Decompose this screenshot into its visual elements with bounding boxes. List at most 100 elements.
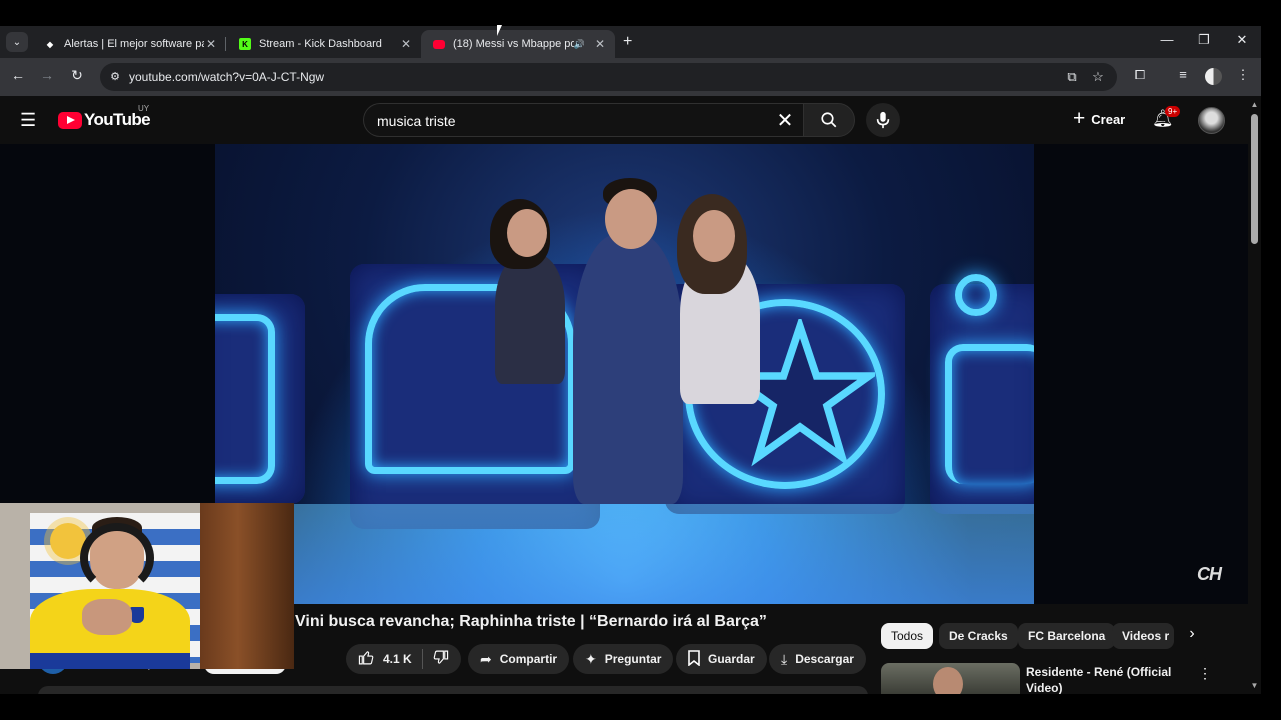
share-button[interactable]: ➦ Compartir (468, 644, 570, 674)
scrollbar-thumb[interactable] (1251, 114, 1258, 244)
more-actions-icon[interactable]: ⋮ (1197, 665, 1213, 682)
chip-de-cracks[interactable]: De Cracks (939, 623, 1018, 649)
ask-label: Preguntar (604, 652, 662, 666)
like-count[interactable]: 4.1 K (383, 652, 412, 666)
tab-title: (18) Messi vs Mbappe por el (453, 38, 574, 50)
reload-icon[interactable]: ↻ (67, 67, 87, 84)
youtube-wordmark: YouTube (84, 110, 151, 129)
thumbnail-face (933, 667, 963, 694)
search-icon (821, 112, 837, 128)
youtube-icon (433, 39, 445, 49)
save-button[interactable]: Guardar (676, 644, 767, 674)
sparkle-icon: ✦ (585, 650, 597, 667)
youtube-masthead: ☰ YouTube UY musica triste ✕ + Crear 🔔︎ … (0, 96, 1261, 144)
voice-search-button[interactable] (866, 103, 900, 137)
speaker-icon[interactable]: 🔊 (574, 39, 585, 50)
jersey-crest (130, 607, 144, 623)
country-code: UY (138, 104, 150, 113)
tab-title: Stream - Kick Dashboard (259, 38, 382, 50)
profile-avatar[interactable] (1205, 68, 1222, 85)
jersey-stripe (30, 653, 190, 669)
scroll-down-icon[interactable]: ▼ (1248, 681, 1261, 690)
back-icon[interactable]: ← (8, 67, 28, 83)
share-label: Compartir (499, 652, 558, 666)
new-tab-button[interactable]: + (623, 33, 632, 51)
tab-youtube[interactable]: (18) Messi vs Mbappe por el 🔊 ✕ (421, 30, 615, 58)
restore-icon[interactable]: ❐ (1194, 32, 1214, 48)
clear-search-icon[interactable]: ✕ (773, 108, 797, 133)
plus-icon: + (1073, 107, 1086, 130)
tab-separator (225, 37, 226, 51)
recommendation-thumbnail[interactable] (881, 663, 1020, 694)
close-tab-icon[interactable]: ✕ (593, 37, 607, 51)
tab-strip: ⌄ ◆ Alertas | El mejor software para ✕ K… (0, 26, 1261, 58)
youtube-logo[interactable]: YouTube UY (58, 104, 151, 130)
minimize-icon[interactable]: — (1157, 32, 1177, 47)
floor-reflection (215, 504, 1034, 604)
youtube-play-icon (58, 111, 82, 129)
close-tab-icon[interactable]: ✕ (399, 37, 413, 51)
mouse-cursor (497, 25, 502, 36)
dislike-icon[interactable] (432, 649, 449, 669)
neon-letter (215, 314, 275, 484)
media-control-icon[interactable]: ≡ (1173, 67, 1193, 82)
channel-watermark[interactable]: CH (1197, 564, 1222, 585)
person-center (573, 234, 683, 504)
tab-title: Alertas | El mejor software para (64, 38, 204, 50)
chevron-right-icon[interactable]: › (1180, 625, 1204, 643)
share-icon: ➦ (480, 650, 492, 667)
person-head (507, 209, 547, 257)
hamburger-menu-icon[interactable]: ☰ (20, 110, 36, 131)
description-box[interactable] (38, 686, 868, 694)
search-button[interactable] (803, 103, 855, 137)
tab-kick[interactable]: K Stream - Kick Dashboard ✕ (227, 30, 421, 58)
neon-letter (945, 344, 1034, 484)
person-left (495, 254, 565, 384)
person-head (693, 210, 735, 262)
like-dislike-group: 4.1 K (346, 644, 461, 674)
scroll-up-icon[interactable]: ▲ (1248, 100, 1261, 109)
search-input[interactable]: musica triste ✕ (363, 103, 803, 137)
browser-window: ⌄ ◆ Alertas | El mejor software para ✕ K… (0, 26, 1261, 694)
person-head (605, 189, 657, 249)
kick-icon: K (239, 38, 251, 50)
close-window-icon[interactable]: ✕ (1232, 32, 1252, 48)
browser-toolbar: ← → ↻ ⚙ youtube.com/watch?v=0A-J-CT-Ngw … (0, 58, 1261, 96)
create-button[interactable]: + Crear (1073, 107, 1126, 130)
like-icon[interactable] (358, 649, 375, 669)
download-icon: ⤓ (781, 650, 788, 667)
chip-fc-barcelona[interactable]: FC Barcelona (1018, 623, 1116, 649)
recommendation-title[interactable]: Residente - René (Official Video) (1026, 664, 1176, 694)
bookmark-icon (688, 649, 700, 669)
search-query[interactable]: musica triste (377, 113, 456, 129)
headset-icon (80, 523, 154, 593)
microphone-icon (876, 111, 890, 129)
extensions-icon[interactable]: ⧠ (1130, 67, 1150, 83)
url-text[interactable]: youtube.com/watch?v=0A-J-CT-Ngw (129, 70, 324, 84)
create-label: Crear (1091, 111, 1126, 127)
webcam-overlay (0, 503, 294, 669)
address-bar[interactable]: ⚙ youtube.com/watch?v=0A-J-CT-Ngw ⧉ ☆ (100, 63, 1117, 91)
download-button[interactable]: ⤓ Descargar (769, 644, 866, 674)
chip-todos[interactable]: Todos (881, 623, 934, 649)
notification-badge: 9+ (1165, 106, 1181, 117)
alert-icon: ◆ (46, 39, 54, 49)
more-menu-icon[interactable]: ⋮ (1233, 67, 1253, 83)
neon-dot (955, 274, 997, 316)
wooden-door (200, 503, 294, 669)
save-label: Guardar (708, 652, 755, 666)
video-title: Vini busca revancha; Raphinha triste | “… (295, 613, 767, 630)
ask-button[interactable]: ✦ Preguntar (573, 644, 674, 674)
account-avatar[interactable] (1198, 107, 1225, 134)
tab-search-button[interactable]: ⌄ (6, 32, 28, 52)
streamer-hands (82, 599, 132, 635)
forward-icon[interactable]: → (37, 67, 57, 83)
download-label: Descargar (795, 652, 854, 666)
cast-icon[interactable]: ⧉ (1063, 69, 1081, 85)
chip-videos[interactable]: Videos r (1112, 623, 1174, 649)
video-frame[interactable] (215, 144, 1034, 604)
close-tab-icon[interactable]: ✕ (204, 37, 218, 51)
tab-alertas[interactable]: ◆ Alertas | El mejor software para ✕ (32, 30, 226, 58)
bookmark-star-icon[interactable]: ☆ (1089, 69, 1107, 85)
site-info-icon[interactable]: ⚙ (108, 70, 122, 84)
